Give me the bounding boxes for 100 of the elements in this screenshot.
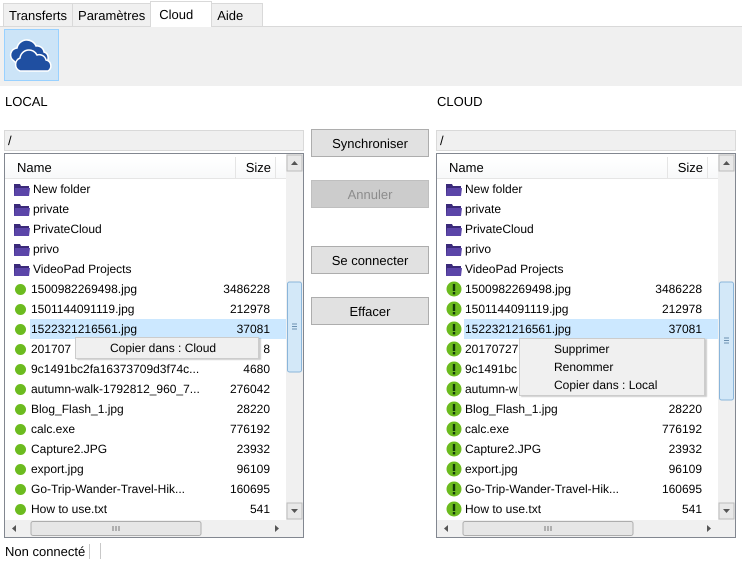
tab[interactable]: Cloud	[150, 1, 212, 27]
status-dot-icon	[14, 302, 28, 316]
tab[interactable]: Aide	[211, 3, 264, 26]
file-size: 776192	[230, 422, 271, 436]
file-row[interactable]: How to use.txt 541	[464, 499, 718, 519]
tab[interactable]: Transferts	[3, 3, 74, 26]
column-header[interactable]: Size	[668, 157, 708, 178]
file-name: PrivateCloud	[464, 222, 534, 236]
cloud-button[interactable]	[4, 29, 59, 81]
file-row[interactable]: export.jpg 96109	[464, 459, 718, 479]
exclamation-icon	[446, 461, 462, 477]
exclamation-icon	[446, 361, 462, 377]
column-header[interactable]: Name	[437, 157, 668, 178]
file-name: export.jpg	[30, 462, 84, 476]
file-row[interactable]: private	[464, 199, 718, 219]
action-button[interactable]: Effacer	[311, 297, 429, 325]
file-row[interactable]: calc.exe 776192	[30, 419, 286, 439]
file-name: PrivateCloud	[32, 222, 102, 236]
file-row[interactable]: privo	[32, 239, 286, 259]
pane-title: LOCAL	[5, 94, 49, 108]
file-name: VideoPad Projects	[464, 262, 564, 276]
file-row[interactable]: autumn-walk-1792812_960_7... 276042	[30, 379, 286, 399]
status-dot-icon	[14, 342, 28, 356]
file-row[interactable]: Go-Trip-Wander-Travel-Hik... 160695	[30, 479, 286, 499]
file-name: privo	[464, 242, 492, 256]
file-name: autumn-walk-1792812_960_7...	[30, 382, 200, 396]
file-row[interactable]: Go-Trip-Wander-Travel-Hik... 160695	[464, 479, 718, 499]
file-name: VideoPad Projects	[32, 262, 132, 276]
file-size: 212978	[662, 302, 703, 316]
file-size: 160695	[662, 482, 703, 496]
exclamation-icon	[446, 501, 462, 517]
file-name: export.jpg	[464, 462, 518, 476]
file-name: Capture2.JPG	[30, 442, 108, 456]
menu-item[interactable]: Copier dans : Local	[520, 376, 704, 394]
file-row[interactable]: privo	[464, 239, 718, 259]
file-size: 212978	[230, 302, 271, 316]
status-dot-icon	[14, 482, 28, 496]
file-size: 37081	[668, 322, 703, 336]
path-field[interactable]: /	[436, 130, 736, 151]
file-size: 28220	[236, 402, 271, 416]
file-row[interactable]: export.jpg 96109	[30, 459, 286, 479]
file-name: calc.exe	[30, 422, 76, 436]
scrollbar-corner	[718, 520, 735, 537]
folder-icon	[14, 202, 30, 216]
file-name: 1500982269498.jpg	[30, 282, 138, 296]
file-name: privo	[32, 242, 60, 256]
file-size: 23932	[668, 442, 703, 456]
status-dot-icon	[14, 442, 28, 456]
file-name: How to use.txt	[30, 502, 108, 516]
menu-item[interactable]: Renommer	[520, 358, 704, 376]
file-row[interactable]: calc.exe 776192	[464, 419, 718, 439]
file-size: 23932	[236, 442, 271, 456]
file-row[interactable]: 1500982269498.jpg 3486228	[464, 279, 718, 299]
file-row[interactable]: New folder	[464, 179, 718, 199]
folder-icon	[446, 182, 462, 196]
status-dot-icon	[14, 402, 28, 416]
vertical-scrollbar[interactable]	[718, 154, 735, 520]
file-row[interactable]: New folder	[32, 179, 286, 199]
menu-item[interactable]: Supprimer	[520, 340, 704, 358]
status-dot-icon	[14, 362, 28, 376]
scrollbar-corner	[286, 520, 303, 537]
file-row[interactable]: Capture2.JPG 23932	[30, 439, 286, 459]
file-row[interactable]: 1522321216561.jpg 37081	[464, 319, 718, 339]
file-size: 776192	[662, 422, 703, 436]
file-row[interactable]: Blog_Flash_1.jpg 28220	[30, 399, 286, 419]
column-header[interactable]: Size	[236, 157, 276, 178]
action-button[interactable]: Synchroniser	[311, 129, 429, 157]
file-row[interactable]: VideoPad Projects	[464, 259, 718, 279]
path-field[interactable]: /	[4, 130, 304, 151]
file-row[interactable]: 1501144091119.jpg 212978	[464, 299, 718, 319]
file-name: Blog_Flash_1.jpg	[464, 402, 558, 416]
menu-item[interactable]: Copier dans : Cloud	[76, 339, 258, 357]
file-row[interactable]: 9c1491bc2fa16373709d3f74c... 4680	[30, 359, 286, 379]
file-row[interactable]: private	[32, 199, 286, 219]
file-row[interactable]: PrivateCloud	[32, 219, 286, 239]
file-row[interactable]: How to use.txt 541	[30, 499, 286, 519]
file-row[interactable]: Blog_Flash_1.jpg 28220	[464, 399, 718, 419]
file-name: 1501144091119.jpg	[30, 302, 134, 316]
vertical-scrollbar[interactable]	[286, 154, 303, 520]
folder-icon	[14, 222, 30, 236]
exclamation-icon	[446, 341, 462, 357]
file-row[interactable]: Capture2.JPG 23932	[464, 439, 718, 459]
folder-icon	[14, 262, 30, 276]
file-name: 1522321216561.jpg	[30, 322, 138, 336]
file-name: Blog_Flash_1.jpg	[30, 402, 124, 416]
file-row[interactable]: 1500982269498.jpg 3486228	[30, 279, 286, 299]
file-name: 1500982269498.jpg	[464, 282, 572, 296]
file-row[interactable]: 1522321216561.jpg 37081	[30, 319, 286, 339]
file-size: 160695	[230, 482, 271, 496]
folder-icon	[446, 202, 462, 216]
action-button[interactable]: Se connecter	[311, 246, 429, 274]
file-size: 96109	[236, 462, 271, 476]
file-name: private	[464, 202, 502, 216]
exclamation-icon	[446, 381, 462, 397]
column-header[interactable]: Name	[5, 157, 236, 178]
file-row[interactable]: VideoPad Projects	[32, 259, 286, 279]
exclamation-icon	[446, 441, 462, 457]
tab[interactable]: Paramètres	[72, 3, 152, 26]
file-row[interactable]: 1501144091119.jpg 212978	[30, 299, 286, 319]
file-row[interactable]: PrivateCloud	[464, 219, 718, 239]
